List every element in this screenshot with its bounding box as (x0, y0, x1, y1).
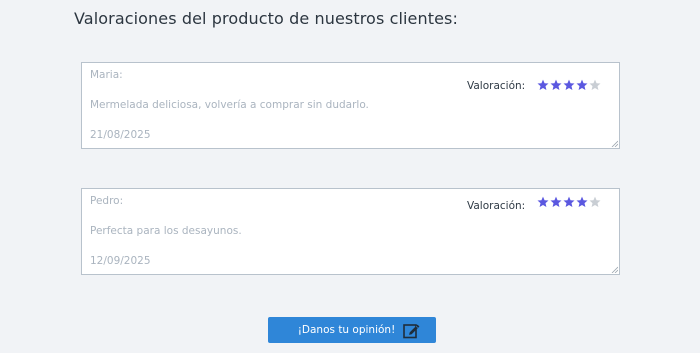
review-date: 21/08/2025 (90, 129, 151, 141)
review-text: Mermelada deliciosa, volvería a comprar … (90, 99, 369, 111)
give-opinion-button[interactable]: ¡Danos tu opinión! (268, 317, 436, 343)
resize-grip-icon[interactable] (611, 266, 618, 273)
review-author: Maria: (90, 69, 123, 81)
review-card[interactable]: Maria: Mermelada deliciosa, volvería a c… (81, 62, 620, 149)
star-filled-icon (537, 79, 549, 90)
rating-label: Valoración: (467, 80, 526, 92)
star-empty-icon (589, 79, 601, 90)
star-empty-icon (589, 196, 601, 207)
star-filled-icon (576, 79, 588, 90)
edit-icon (403, 323, 420, 338)
rating-label: Valoración: (467, 200, 526, 212)
star-filled-icon (576, 196, 588, 207)
review-date: 12/09/2025 (90, 255, 151, 267)
star-rating (537, 79, 601, 91)
review-text: Perfecta para los desayunos. (90, 225, 242, 237)
page-title: Valoraciones del producto de nuestros cl… (74, 9, 458, 28)
star-filled-icon (550, 79, 562, 90)
star-filled-icon (537, 196, 549, 207)
give-opinion-label: ¡Danos tu opinión! (297, 324, 396, 336)
review-card[interactable]: Pedro: Perfecta para los desayunos. 12/0… (81, 188, 620, 275)
resize-grip-icon[interactable] (611, 140, 618, 147)
review-author: Pedro: (90, 195, 124, 207)
star-filled-icon (563, 79, 575, 90)
star-rating (537, 196, 601, 208)
star-filled-icon (563, 196, 575, 207)
star-filled-icon (550, 196, 562, 207)
